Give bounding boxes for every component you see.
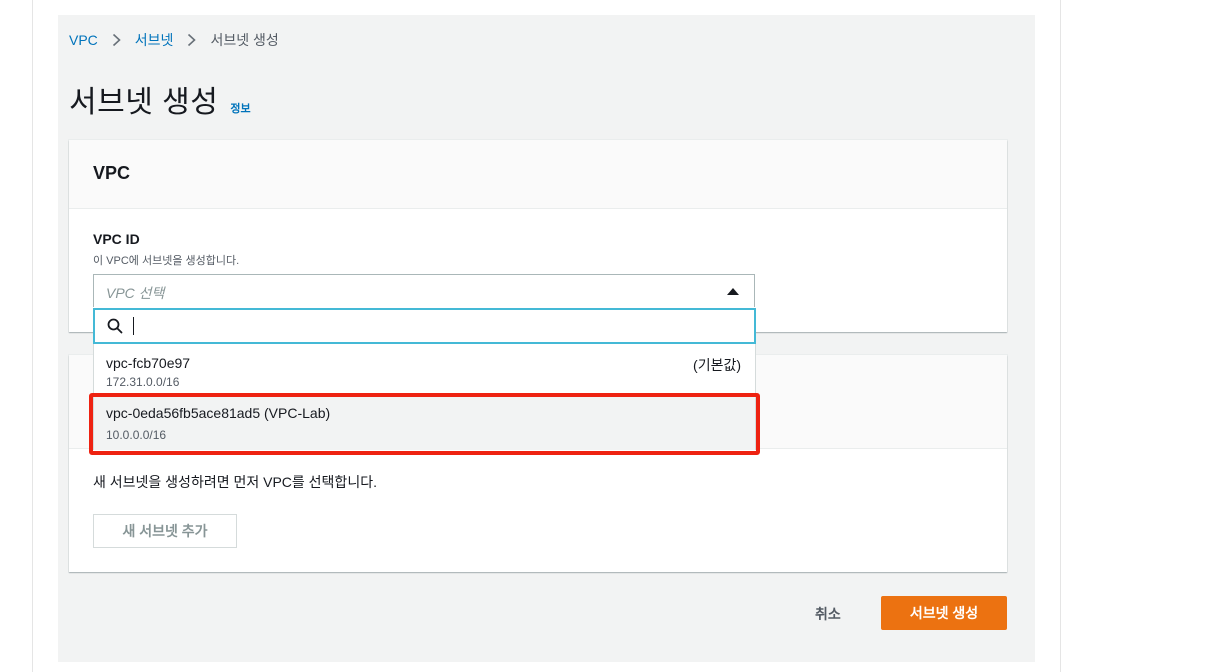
vpc-section-title: VPC xyxy=(93,163,131,183)
chevron-right-icon xyxy=(187,33,197,47)
highlight-box xyxy=(89,393,760,455)
cancel-button[interactable]: 취소 xyxy=(815,604,841,624)
page-title: 서브넷 생성 xyxy=(69,86,219,119)
vpc-option-name: vpc-fcb70e97 xyxy=(106,355,191,371)
vpc-id-label: VPC ID xyxy=(93,231,140,247)
text-cursor xyxy=(133,317,134,335)
caret-up-icon[interactable] xyxy=(727,288,739,295)
title-row: 서브넷 생성 정보 xyxy=(69,77,251,121)
vpc-option-cidr: 172.31.0.0/16 xyxy=(106,375,180,389)
vpc-id-description: 이 VPC에 서브넷을 생성합니다. xyxy=(93,255,240,267)
breadcrumb-subnets-link[interactable]: 서브넷 xyxy=(135,30,174,50)
vpc-option-default-tag: (기본값) xyxy=(693,357,741,373)
add-new-subnet-button[interactable]: 새 서브넷 추가 xyxy=(93,514,237,548)
info-link[interactable]: 정보 xyxy=(230,100,250,116)
search-icon xyxy=(107,318,123,339)
create-subnet-button[interactable]: 서브넷 생성 xyxy=(881,596,1007,630)
vpc-search-input[interactable] xyxy=(93,308,756,344)
vpc-id-select[interactable]: VPC 선택 xyxy=(93,274,755,307)
breadcrumb-current: 서브넷 생성 xyxy=(210,32,279,48)
chevron-right-icon xyxy=(112,33,121,47)
breadcrumb-vpc-link[interactable]: VPC xyxy=(69,32,98,48)
vpc-section-header xyxy=(69,140,1007,209)
vpc-option-default[interactable]: vpc-fcb70e97 (기본값) 172.31.0.0/16 xyxy=(94,344,755,394)
frame-right-divider xyxy=(1060,0,1061,672)
frame-left-divider xyxy=(32,0,33,672)
vpc-select-placeholder: VPC 선택 xyxy=(106,285,165,301)
select-vpc-first-message: 새 서브넷을 생성하려면 먼저 VPC를 선택합니다. xyxy=(93,474,377,490)
breadcrumb: VPC 서브넷 서브넷 생성 xyxy=(69,30,279,50)
